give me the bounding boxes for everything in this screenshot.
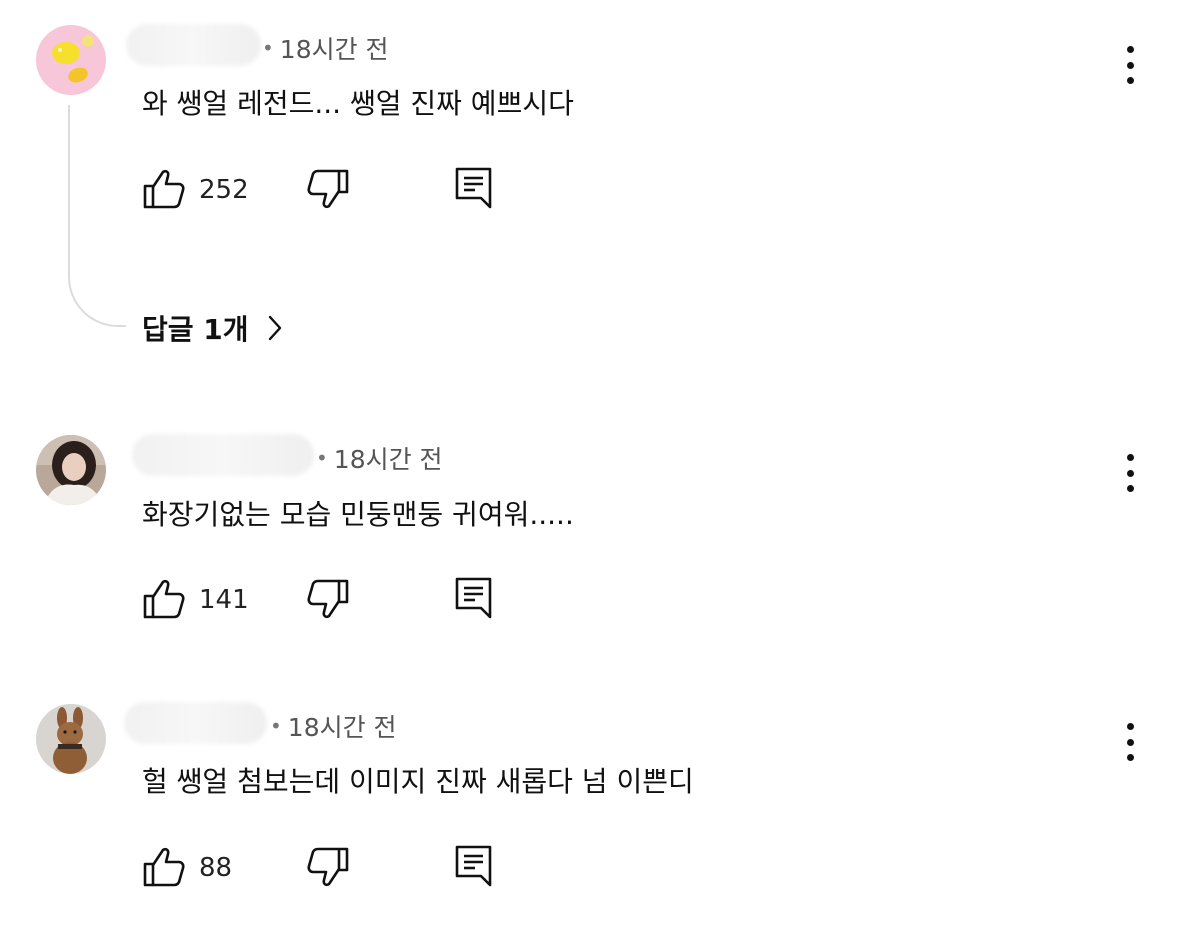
reply-button[interactable] xyxy=(455,577,493,621)
avatar[interactable] xyxy=(36,25,106,95)
thumbs-up-icon xyxy=(143,579,185,619)
view-replies-button[interactable]: 답글 1개 xyxy=(142,308,283,348)
comment-text: 헐 쌩얼 첨보는데 이미지 진짜 새롭다 넘 이쁜디 xyxy=(142,765,694,798)
reply-comment-icon xyxy=(455,845,492,887)
reply-thread-line xyxy=(68,105,126,327)
like-count: 88 xyxy=(199,853,233,883)
thumbs-up-icon xyxy=(143,169,185,209)
comment-timestamp: • 18시간 전 xyxy=(270,713,397,742)
comment-text: 화장기없는 모습 민둥맨둥 귀여워..... xyxy=(142,498,574,531)
comment-timestamp: • 18시간 전 xyxy=(316,445,443,474)
username-blurred[interactable] xyxy=(124,702,267,744)
teddy-bear-avatar-icon xyxy=(36,704,106,774)
thumbs-down-icon xyxy=(307,579,349,619)
comment-text: 와 쌩얼 레전드... 쌩얼 진짜 예쁘시다 xyxy=(142,87,574,120)
dislike-button[interactable] xyxy=(306,578,350,620)
dislike-button[interactable] xyxy=(306,846,350,888)
more-vert-icon xyxy=(1126,454,1134,461)
more-vert-icon xyxy=(1126,46,1134,53)
more-vert-icon xyxy=(1126,723,1134,730)
thumbs-up-icon xyxy=(143,847,185,887)
replies-label: 답글 1개 xyxy=(142,313,249,346)
comment-1: • 18시간 전 와 쌩얼 레전드... 쌩얼 진짜 예쁘시다 252 답글 1개 xyxy=(0,0,1200,380)
chevron-right-icon xyxy=(268,315,281,341)
yellow-fruit-avatar-icon xyxy=(36,25,106,95)
dislike-button[interactable] xyxy=(306,168,350,210)
more-options-button[interactable] xyxy=(1110,717,1150,767)
like-button[interactable] xyxy=(142,578,186,620)
girl-photo-avatar-icon xyxy=(36,435,106,505)
avatar[interactable] xyxy=(36,704,106,774)
username-blurred[interactable] xyxy=(132,434,314,476)
thumbs-down-icon xyxy=(307,847,349,887)
more-options-button[interactable] xyxy=(1110,448,1150,498)
username-blurred[interactable] xyxy=(126,24,261,66)
like-count: 141 xyxy=(199,585,249,615)
more-options-button[interactable] xyxy=(1110,40,1150,90)
avatar[interactable] xyxy=(36,435,106,505)
like-button[interactable] xyxy=(142,168,186,210)
thumbs-down-icon xyxy=(307,169,349,209)
like-count: 252 xyxy=(199,175,249,205)
reply-button[interactable] xyxy=(455,845,493,889)
like-button[interactable] xyxy=(142,846,186,888)
comment-timestamp: • 18시간 전 xyxy=(262,35,389,64)
reply-button[interactable] xyxy=(455,167,493,211)
reply-comment-icon xyxy=(455,167,492,209)
reply-comment-icon xyxy=(455,577,492,619)
